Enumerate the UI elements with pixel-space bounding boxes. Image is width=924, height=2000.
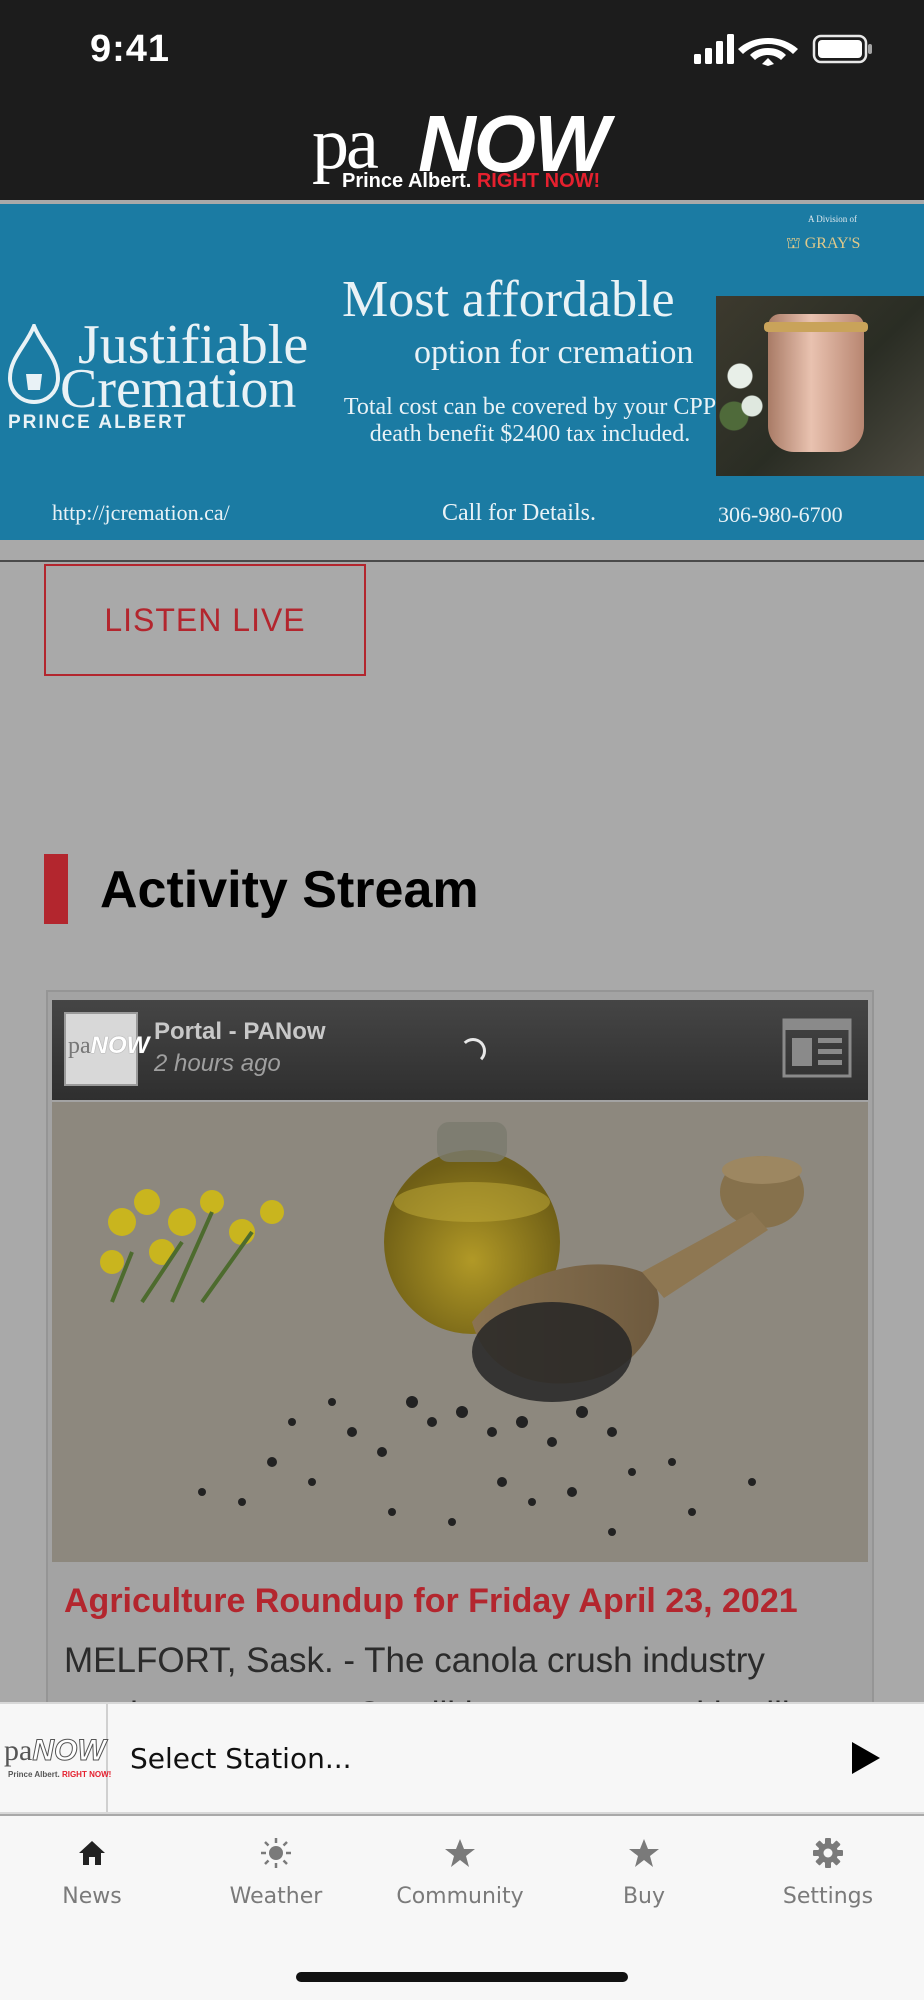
player-logo-tag-red: RIGHT NOW! xyxy=(61,1770,112,1779)
home-indicator[interactable] xyxy=(296,1972,628,1982)
tab-settings[interactable]: Settings xyxy=(736,1836,920,1926)
tab-news[interactable]: News xyxy=(0,1836,184,1926)
logo-tagline: Prince Albert. RIGHT NOW! xyxy=(342,170,600,193)
ad-brand-line2: Cremation xyxy=(60,358,297,420)
ad-call: Call for Details. xyxy=(442,500,596,526)
canola-photo xyxy=(52,1102,868,1562)
tab-buy[interactable]: Buy xyxy=(552,1836,736,1926)
urn-band xyxy=(764,322,868,332)
avatar-logo: paNOW xyxy=(68,1032,149,1060)
urn-image xyxy=(768,314,864,452)
ad-phone: 306-980-6700 xyxy=(718,502,843,527)
flowers-image xyxy=(716,336,776,436)
card-image[interactable] xyxy=(52,1102,868,1562)
section-accent-bar xyxy=(44,854,68,924)
player-logo-now: NOW xyxy=(32,1734,106,1768)
star-icon xyxy=(629,1839,659,1867)
play-icon[interactable] xyxy=(848,1740,882,1776)
card-title[interactable]: Agriculture Roundup for Friday April 23,… xyxy=(64,1582,798,1621)
water-drop-icon xyxy=(8,324,60,404)
ad-grays-logo: ⛫ GRAY'S xyxy=(786,235,861,252)
section-title: Activity Stream xyxy=(100,861,479,919)
avatar: paNOW xyxy=(64,1012,149,1086)
avatar-logo-pa: pa xyxy=(68,1033,91,1059)
ad-brand-sub: PRINCE ALBERT xyxy=(8,412,188,433)
content-divider xyxy=(0,560,924,562)
tab-weather-label: Weather xyxy=(229,1884,323,1909)
player-logo-tagline: Prince Albert. RIGHT NOW! xyxy=(8,1770,111,1779)
star-icon xyxy=(445,1839,475,1867)
card-time: 2 hours ago xyxy=(154,1050,281,1077)
wifi-icon xyxy=(738,38,798,66)
card-header: paNOW Portal - PANow 2 hours ago xyxy=(52,1000,868,1100)
article-type-icon xyxy=(782,1018,852,1078)
home-icon xyxy=(79,1841,105,1865)
ad-division-text: A Division of xyxy=(808,214,858,224)
battery-icon xyxy=(812,34,872,64)
logo-tagline-white: Prince Albert. xyxy=(342,170,472,192)
sun-icon xyxy=(261,1838,291,1868)
loading-spinner-icon xyxy=(460,1038,486,1064)
status-time: 9:41 xyxy=(90,28,171,70)
select-station-label[interactable]: Select Station... xyxy=(130,1742,352,1775)
card-description: MELFORT, Sask. - The canola crush indust… xyxy=(64,1641,790,1708)
player-logo-text: paNOW xyxy=(4,1734,106,1768)
panow-logo: pa NOW Prince Albert. RIGHT NOW! xyxy=(312,99,612,196)
card-author: Portal - PANow xyxy=(154,1018,326,1045)
player-logo-tag-white: Prince Albert. xyxy=(8,1770,60,1779)
ad-url: http://jcremation.ca/ xyxy=(52,500,230,525)
logo-tagline-red: RIGHT NOW! xyxy=(476,170,601,192)
ad-banner[interactable]: A Division of ⛫ GRAY'S Justifiable Crema… xyxy=(0,204,924,540)
cellular-signal-icon xyxy=(694,34,734,64)
tab-buy-label: Buy xyxy=(622,1884,666,1909)
ad-brand-logo: Justifiable Cremation PRINCE ALBERT xyxy=(8,312,338,433)
listen-live-button[interactable]: LISTEN LIVE xyxy=(44,564,366,676)
player-bar[interactable]: paNOW Prince Albert. RIGHT NOW! Select S… xyxy=(0,1702,924,1814)
ad-body: Total cost can be covered by your CPP de… xyxy=(343,394,717,447)
tab-community-label: Community xyxy=(396,1884,524,1909)
status-icons xyxy=(694,34,872,66)
tab-bar: News Weather Community Buy Settings xyxy=(0,1816,924,2000)
ad-headline: Most affordable xyxy=(342,271,675,328)
tab-community[interactable]: Community xyxy=(368,1836,552,1926)
status-bar: 9:41 xyxy=(0,0,924,100)
app-header: pa NOW Prince Albert. RIGHT NOW! xyxy=(0,99,924,300)
player-station-logo: paNOW Prince Albert. RIGHT NOW! xyxy=(0,1704,111,1812)
tab-weather[interactable]: Weather xyxy=(184,1836,368,1926)
avatar-logo-now: NOW xyxy=(90,1032,150,1059)
tab-news-label: News xyxy=(62,1884,122,1909)
ad-grays-text: GRAY'S xyxy=(804,235,861,252)
tab-settings-label: Settings xyxy=(782,1884,874,1909)
activity-card[interactable]: paNOW Portal - PANow 2 hours ago Agricul… xyxy=(46,990,874,1710)
gear-icon xyxy=(813,1838,843,1868)
urn-photo xyxy=(716,296,924,476)
player-logo-pa: pa xyxy=(4,1734,33,1767)
ad-subheadline: option for cremation xyxy=(414,334,694,371)
